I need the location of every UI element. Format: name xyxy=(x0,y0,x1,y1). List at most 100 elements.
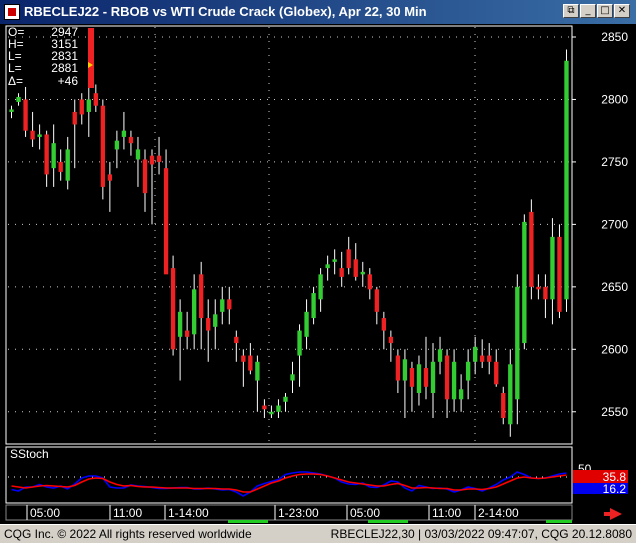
ohlc-label: Δ= xyxy=(8,74,23,88)
price-tick-label: 2650 xyxy=(601,280,628,294)
candle-body xyxy=(332,259,337,262)
price-chart-svg[interactable]: 2850 2800 2750 2700 2650 2600 2550 05:00 11:00 1… xyxy=(0,24,636,524)
candle-body xyxy=(37,134,42,137)
candle-body xyxy=(360,271,365,275)
ohlc-value: +46 xyxy=(58,74,79,88)
app-icon xyxy=(4,4,20,20)
price-panel-border xyxy=(5,25,573,445)
copyright-text: CQG Inc. © 2022 All rights reserved worl… xyxy=(4,527,252,541)
scroll-right-icon[interactable] xyxy=(610,508,622,520)
candle-body xyxy=(297,330,302,356)
candle-body xyxy=(206,318,211,331)
candle-body xyxy=(557,236,562,312)
lower-price-value: 16.2 xyxy=(603,482,627,496)
time-tick-label: 11:00 xyxy=(113,506,142,520)
time-tick-label: 11:00 xyxy=(432,506,461,520)
candle-body xyxy=(325,264,330,269)
candle-body xyxy=(72,111,77,125)
candle-body xyxy=(494,361,499,385)
candle-body xyxy=(227,299,232,310)
time-tick-label: 1-14:00 xyxy=(168,506,209,520)
candle-body xyxy=(58,161,63,172)
time-tick-label: 05:00 xyxy=(350,506,380,520)
indicator-name: SStoch xyxy=(10,447,49,461)
stoch-line-k xyxy=(11,471,567,497)
candle-body xyxy=(381,318,387,331)
candle-body xyxy=(409,368,415,387)
candle-body xyxy=(86,99,91,112)
candle-body xyxy=(458,389,464,400)
candle-body xyxy=(135,149,141,160)
candle-body xyxy=(177,311,183,337)
candle-body xyxy=(114,140,120,150)
candle-body xyxy=(255,361,260,381)
scroll-right-arrow-shaft[interactable] xyxy=(604,512,611,516)
candle-body xyxy=(191,289,197,335)
candle-body xyxy=(550,236,555,300)
grid xyxy=(8,27,570,443)
candle-body xyxy=(283,396,288,402)
candle-body xyxy=(367,274,372,290)
candle-body xyxy=(543,286,548,300)
price-tick-label: 2750 xyxy=(601,155,628,169)
candle-body xyxy=(374,289,379,312)
candle-body xyxy=(522,221,527,344)
candle-body xyxy=(276,405,281,412)
candle-body xyxy=(430,361,436,394)
candle-body xyxy=(402,359,408,381)
price-tick-label: 2800 xyxy=(601,92,628,106)
candle-body xyxy=(93,93,98,106)
candle-body xyxy=(437,349,443,362)
candle-body xyxy=(234,336,239,344)
candle-body xyxy=(311,293,316,319)
candle-body xyxy=(501,393,506,419)
candle-body xyxy=(339,268,344,277)
price-tick-label: 2600 xyxy=(601,342,628,356)
chart-window[interactable]: 2850 2800 2750 2700 2650 2600 2550 05:00 11:00 1… xyxy=(0,24,636,524)
candle-body xyxy=(388,336,394,344)
candle-body xyxy=(248,355,253,371)
maximize-button[interactable]: □ xyxy=(597,4,613,18)
candle-body xyxy=(346,249,351,269)
candle-body xyxy=(220,299,225,312)
candle-body xyxy=(44,134,49,175)
candle-body xyxy=(107,174,113,181)
candle-body xyxy=(451,361,457,400)
restore-icon[interactable]: ⧉ xyxy=(563,4,579,18)
status-bar: CQG Inc. © 2022 All rights reserved worl… xyxy=(0,524,636,543)
price-tick-label: 2850 xyxy=(601,30,628,44)
indicator-panel-border xyxy=(5,446,573,504)
candle-body xyxy=(156,155,162,162)
time-tick-label: 2-14:00 xyxy=(478,506,519,520)
candle-body xyxy=(142,159,148,194)
candle-body xyxy=(416,364,422,394)
price-tick-label: 2550 xyxy=(601,405,628,419)
candle-body xyxy=(480,355,485,362)
candle-body xyxy=(508,364,513,425)
title-bar[interactable]: RBECLEJ22 - RBOB vs WTI Crude Crack (Glo… xyxy=(0,0,636,24)
candle-body xyxy=(487,355,492,362)
candles xyxy=(9,49,569,437)
candle-body xyxy=(149,155,155,165)
candle-body xyxy=(515,286,520,400)
time-tick-label: 1-23:00 xyxy=(278,506,319,520)
candle-body xyxy=(304,311,309,337)
candle-body xyxy=(100,105,106,187)
session-bar xyxy=(228,520,268,523)
price-tick-label: 2700 xyxy=(601,217,628,231)
candle-body xyxy=(163,168,169,275)
candle-body xyxy=(444,355,450,400)
candle-body xyxy=(30,130,35,140)
candle-body xyxy=(472,346,478,362)
candle-body xyxy=(121,130,127,137)
minimize-button[interactable]: _ xyxy=(580,4,596,18)
candle-body xyxy=(65,149,70,181)
window-title: RBECLEJ22 - RBOB vs WTI Crude Crack (Glo… xyxy=(24,4,427,19)
time-tick-label: 05:00 xyxy=(30,506,60,520)
candle-body xyxy=(170,268,176,350)
candle-body xyxy=(529,211,534,287)
close-button[interactable]: ✕ xyxy=(614,4,630,18)
candle-body xyxy=(213,314,218,327)
candle-body xyxy=(9,109,14,112)
ohlc-label: L= xyxy=(8,61,22,75)
